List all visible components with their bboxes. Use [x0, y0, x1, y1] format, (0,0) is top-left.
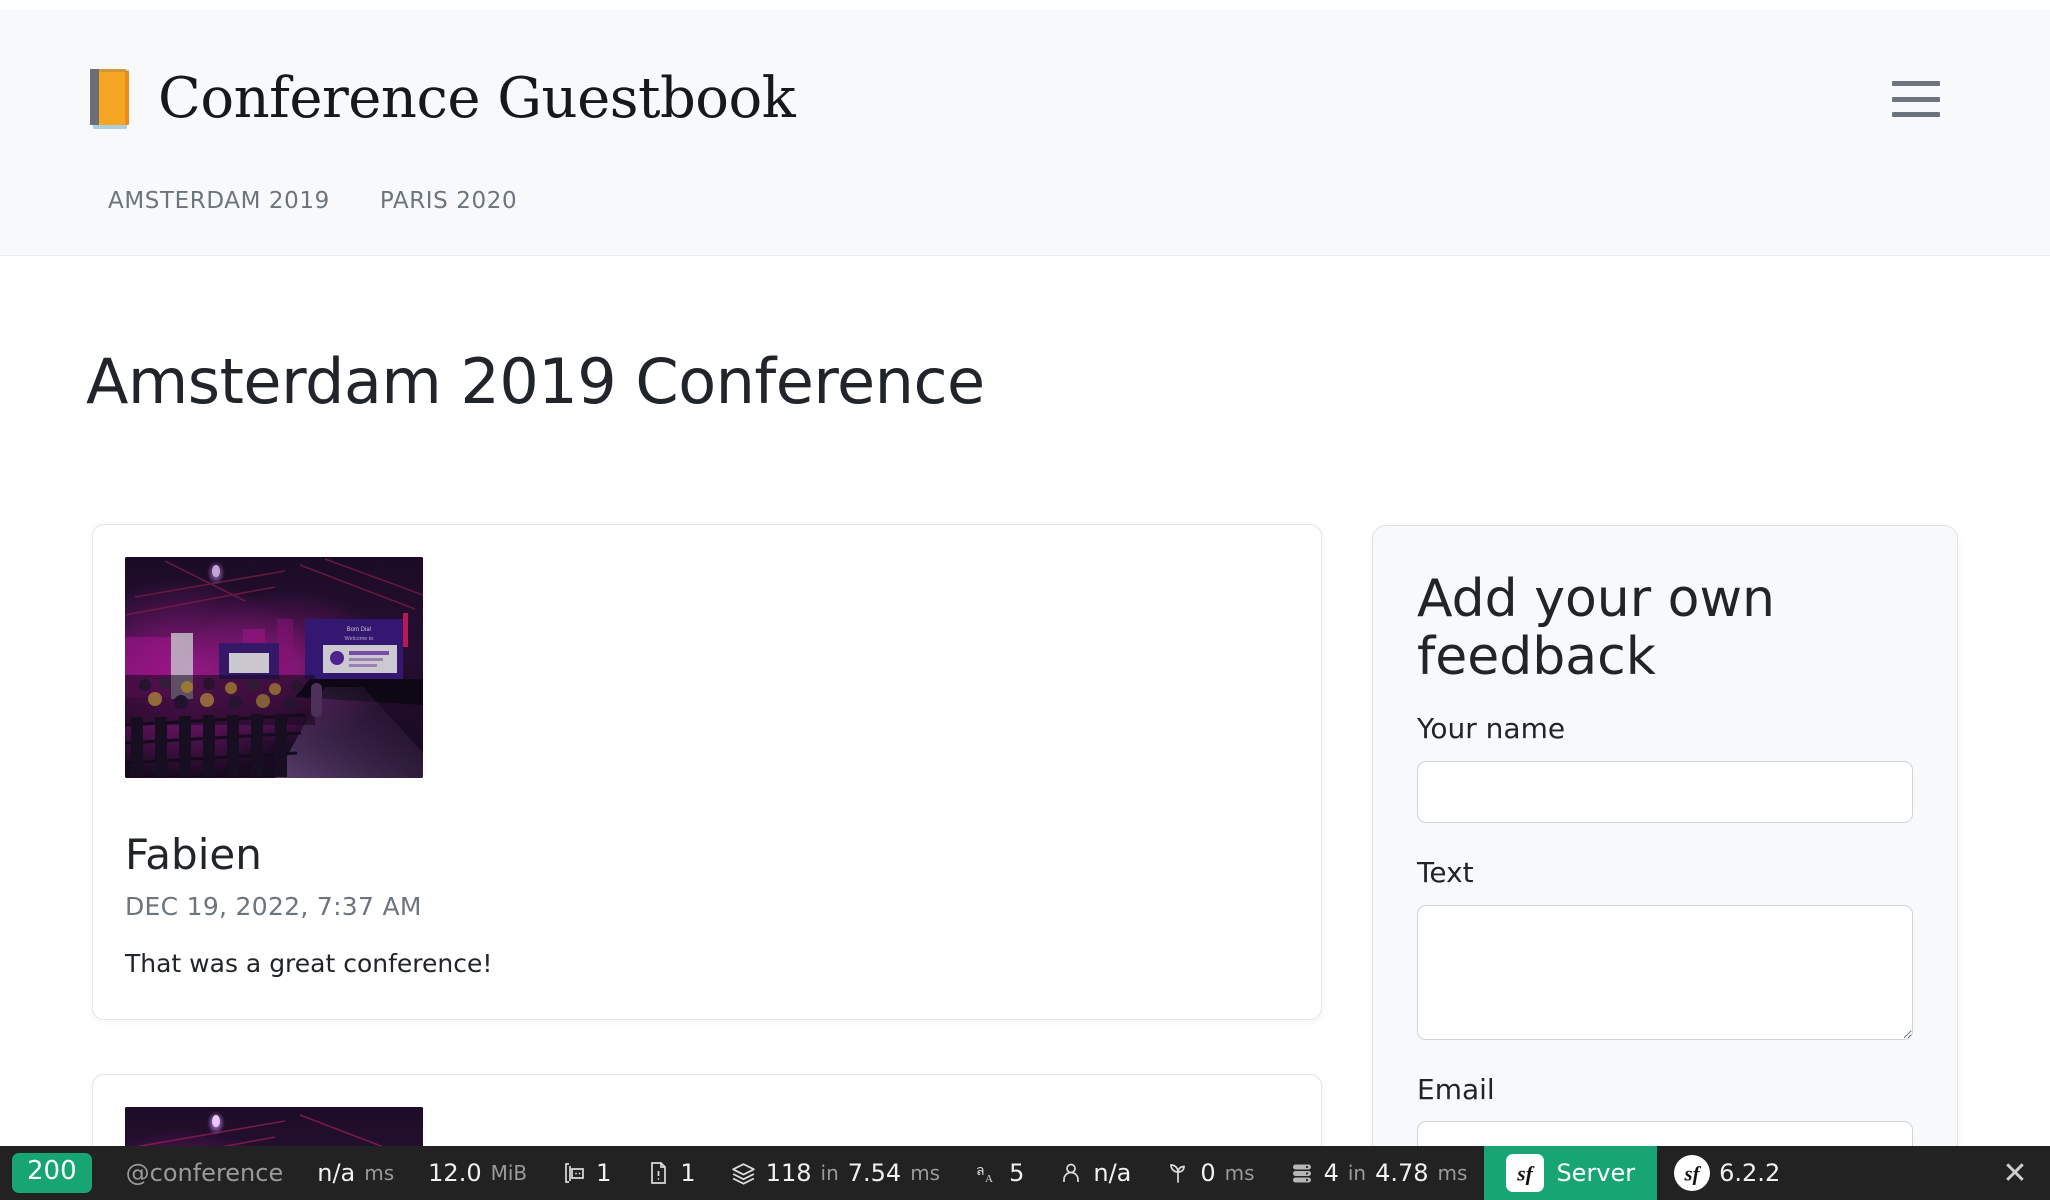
- svg-text:ล: ล: [976, 1164, 985, 1179]
- server-label: Server: [1556, 1159, 1636, 1187]
- memory-value: 12.0: [428, 1159, 482, 1187]
- status-badge: 200: [12, 1153, 92, 1193]
- feedback-title: Add your own feedback: [1417, 569, 1775, 688]
- text-textarea[interactable]: [1417, 904, 1913, 1040]
- comment-author: Fabien: [125, 830, 262, 879]
- main-nav: AMSTERDAM 2019 PARIS 2020: [0, 188, 2050, 255]
- toolbar-logs-block[interactable]: 1: [628, 1146, 712, 1200]
- comment-date: DEC 19, 2022, 7:37 AM: [125, 892, 422, 922]
- comments-list: Bom Dia! Welcome to Fabien DEC 19, 2022,…: [92, 524, 1322, 1200]
- hamburger-bar: [1892, 81, 1940, 86]
- templates-count: 118: [765, 1159, 812, 1187]
- toolbar-database-block[interactable]: 4 in 4.78 ms: [1272, 1146, 1485, 1200]
- toolbar-twig-block[interactable]: 0 ms: [1148, 1146, 1271, 1200]
- user-value: n/a: [1093, 1159, 1132, 1187]
- toolbar-user-block[interactable]: n/a: [1041, 1146, 1148, 1200]
- site-title: Conference Guestbook: [158, 66, 796, 131]
- header-bar: Conference Guestbook: [0, 10, 2050, 188]
- route-name: @conference: [125, 1159, 284, 1187]
- toolbar-server-block[interactable]: sf Server: [1484, 1146, 1658, 1200]
- hamburger-bar: [1892, 112, 1940, 117]
- memory-unit: MiB: [490, 1161, 528, 1185]
- time-value: n/a: [317, 1159, 356, 1187]
- templates-unit: ms: [910, 1161, 941, 1185]
- comment-card: Bom Dia! Welcome to Fabien DEC 19, 2022,…: [92, 524, 1322, 1020]
- symfony-debug-toolbar: 200 @conference n/a ms 12.0 MiB 1 1 118 …: [0, 1146, 2050, 1200]
- exception-document-icon: [645, 1160, 671, 1186]
- symfony-logo-icon: sf: [1506, 1154, 1545, 1192]
- svg-text:A: A: [985, 1173, 993, 1185]
- db-time: 4.78: [1375, 1159, 1429, 1187]
- toolbar-forms-block[interactable]: 1: [544, 1146, 628, 1200]
- time-unit: ms: [364, 1161, 395, 1185]
- twig-value: 0: [1200, 1159, 1216, 1187]
- symfony-logo-icon: sf: [1674, 1155, 1711, 1191]
- form-icon: [561, 1160, 587, 1186]
- logs-count: 1: [680, 1159, 696, 1187]
- hamburger-bar: [1892, 96, 1940, 102]
- twig-unit: ms: [1224, 1161, 1255, 1185]
- page-title: Amsterdam 2019 Conference: [86, 345, 985, 418]
- close-icon[interactable]: ✕: [1980, 1146, 2050, 1200]
- email-field-label: Email: [1417, 1072, 1495, 1106]
- db-unit: ms: [1437, 1161, 1468, 1185]
- toolbar-route-block[interactable]: @conference: [109, 1146, 301, 1200]
- translations-count: 5: [1009, 1159, 1025, 1187]
- translation-icon: ล A: [974, 1160, 1000, 1186]
- orange-book-icon: [86, 66, 134, 132]
- comment-text: That was a great conference!: [125, 949, 493, 979]
- name-input[interactable]: [1417, 761, 1913, 824]
- sprout-icon: [1165, 1160, 1191, 1186]
- conference-photo: Bom Dia! Welcome to: [125, 557, 423, 778]
- toolbar-templates-block[interactable]: 118 in 7.54 ms: [713, 1146, 957, 1200]
- templates-in-label: in: [820, 1161, 839, 1185]
- database-icon: [1289, 1160, 1315, 1186]
- toolbar-version-block[interactable]: sf 6.2.2: [1657, 1146, 1797, 1200]
- forms-count: 1: [596, 1159, 612, 1187]
- toolbar-translations-block[interactable]: ล A 5: [957, 1146, 1041, 1200]
- svg-text:sf: sf: [1684, 1164, 1702, 1186]
- site-header: Conference Guestbook AMSTERDAM 2019 PARI…: [0, 10, 2050, 256]
- brand-link[interactable]: Conference Guestbook: [86, 66, 796, 132]
- text-field-label: Text: [1417, 856, 1474, 890]
- db-in-label: in: [1347, 1161, 1367, 1185]
- feedback-sidebar: Add your own feedback Your name Text Ema…: [1372, 525, 1958, 1200]
- toolbar-status-block[interactable]: 200: [0, 1146, 109, 1200]
- nav-item-amsterdam-2019[interactable]: AMSTERDAM 2019: [108, 188, 330, 214]
- templates-time: 7.54: [847, 1159, 902, 1187]
- toolbar-time-block[interactable]: n/a ms: [300, 1146, 411, 1200]
- db-count: 4: [1323, 1159, 1339, 1187]
- user-icon: [1058, 1160, 1084, 1186]
- layers-icon: [730, 1160, 757, 1187]
- feedback-card: Add your own feedback Your name Text Ema…: [1372, 525, 1958, 1200]
- symfony-version: 6.2.2: [1719, 1159, 1781, 1187]
- svg-text:sf: sf: [1517, 1162, 1535, 1186]
- toolbar-memory-block[interactable]: 12.0 MiB: [411, 1146, 544, 1200]
- nav-item-paris-2020[interactable]: PARIS 2020: [380, 188, 517, 214]
- hamburger-menu-icon[interactable]: [1892, 78, 1944, 120]
- name-field-label: Your name: [1417, 712, 1566, 746]
